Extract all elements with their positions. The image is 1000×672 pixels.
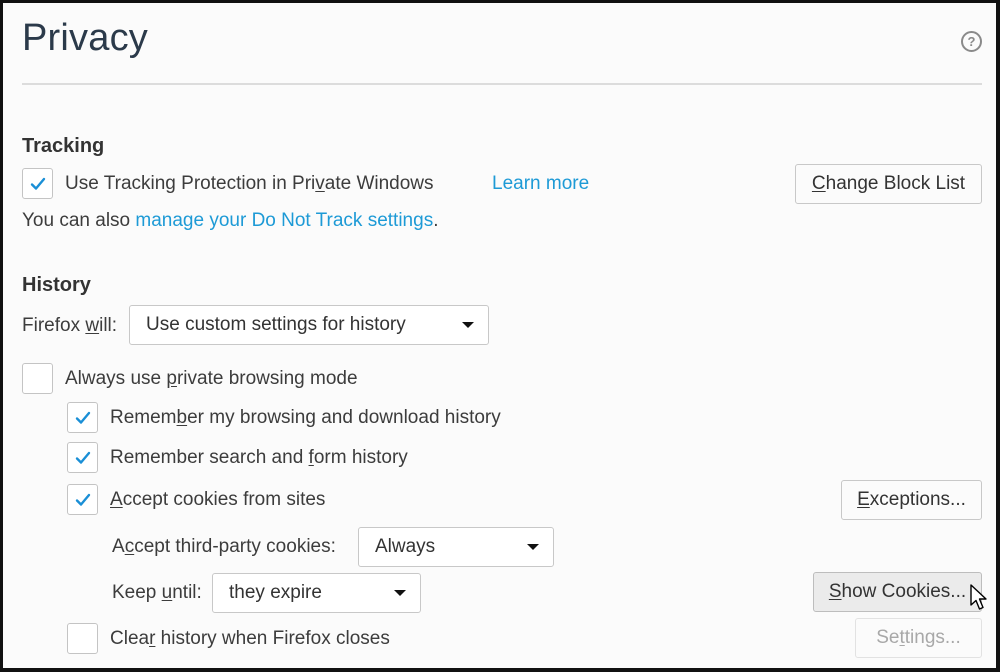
history-mode-value: Use custom settings for history (146, 314, 406, 335)
manage-dnt-link[interactable]: manage your Do Not Track settings (135, 210, 433, 231)
question-circle-icon[interactable]: ? (961, 31, 982, 52)
dropdown-caret-icon (462, 322, 474, 328)
clear-history-checkbox[interactable] (67, 623, 98, 654)
privacy-preferences-page: Privacy ? Tracking Use Tracking Protecti… (0, 0, 1000, 672)
remember-search-label[interactable]: Remember search and form history (110, 447, 408, 469)
checkmark-icon (30, 177, 45, 190)
tracking-protection-checkbox[interactable] (22, 168, 53, 199)
checkmark-icon (75, 411, 90, 424)
always-private-label[interactable]: Always use private browsing mode (65, 368, 358, 390)
tracking-heading: Tracking (22, 135, 105, 157)
always-private-checkbox[interactable] (22, 363, 53, 394)
checkmark-icon (75, 451, 90, 464)
title-divider (22, 83, 982, 85)
third-party-cookies-value: Always (375, 536, 436, 557)
remember-browsing-checkbox[interactable] (67, 402, 98, 433)
tracking-protection-label[interactable]: Use Tracking Protection in Private Windo… (65, 173, 434, 195)
show-cookies-button[interactable]: Show Cookies... (813, 572, 982, 612)
keep-until-label: Keep until: (112, 582, 202, 603)
firefox-will-label: Firefox will: (22, 315, 118, 336)
third-party-cookies-label: Accept third-party cookies: (112, 536, 336, 557)
page-title: Privacy (22, 17, 148, 59)
exceptions-button[interactable]: Exceptions... (841, 480, 982, 520)
dropdown-caret-icon (394, 590, 406, 596)
clear-history-label[interactable]: Clear history when Firefox closes (110, 628, 390, 650)
remember-browsing-label[interactable]: Remember my browsing and download histor… (110, 407, 501, 429)
accept-cookies-label[interactable]: Accept cookies from sites (110, 489, 325, 511)
remember-search-checkbox[interactable] (67, 442, 98, 473)
keep-until-select[interactable]: they expire (212, 573, 421, 613)
accept-cookies-checkbox[interactable] (67, 484, 98, 515)
history-mode-select[interactable]: Use custom settings for history (129, 305, 489, 345)
history-heading: History (22, 274, 91, 296)
change-block-list-button[interactable]: Change Block List (795, 164, 982, 204)
clear-history-settings-button[interactable]: Se t tings... (855, 618, 982, 658)
keep-until-value: they expire (229, 582, 322, 603)
checkmark-icon (75, 493, 90, 506)
dropdown-caret-icon (527, 544, 539, 550)
dnt-text: You can also manage your Do Not Track se… (22, 210, 439, 231)
learn-more-link[interactable]: Learn more (492, 173, 589, 195)
third-party-cookies-select[interactable]: Always (358, 527, 554, 567)
mouse-pointer-icon (970, 584, 987, 610)
